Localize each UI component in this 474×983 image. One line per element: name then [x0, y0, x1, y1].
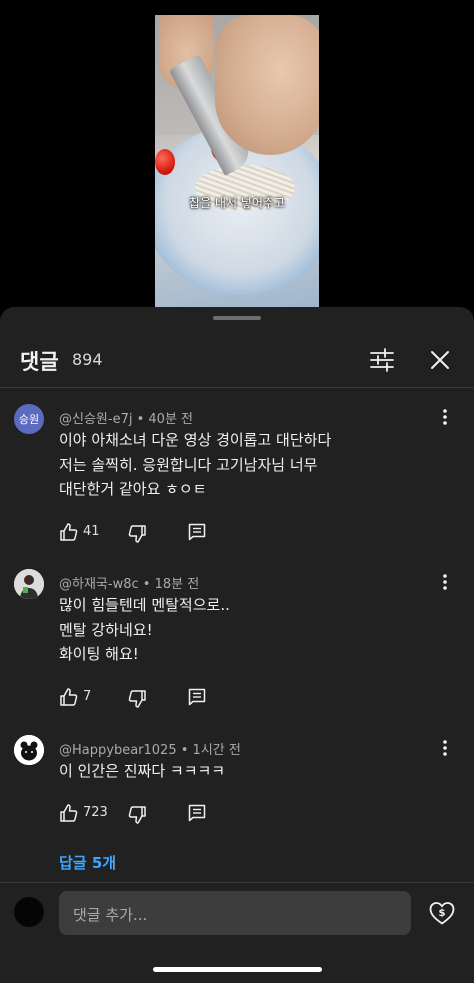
comment-author[interactable]: @하재국-w8c: [59, 577, 139, 592]
more-vertical-icon: [443, 740, 447, 756]
like-count: 723: [83, 805, 108, 820]
heart-dollar-icon: $: [429, 902, 455, 925]
like-button[interactable]: [59, 687, 79, 707]
thumbs-up-icon: [60, 523, 78, 541]
drag-handle[interactable]: [213, 316, 261, 320]
close-button[interactable]: [425, 345, 455, 375]
comment-text: 이 인간은 진짜다 ㅋㅋㅋㅋ: [59, 759, 225, 784]
thumbs-down-icon: [128, 806, 146, 824]
comment-meta: @Happybear1025 • 1시간 전: [59, 739, 241, 758]
video-player[interactable]: 찹을 내서 넣어주고: [0, 0, 474, 310]
meta-separator: •: [142, 577, 155, 592]
comment-line: 멘탈 강하네요!: [59, 620, 153, 639]
sheet-header: 댓글 894: [0, 335, 474, 385]
comment-line: 이 인간은 진짜다 ㅋㅋㅋㅋ: [59, 762, 226, 780]
comment-text: 이야 아채소녀 다운 영상 경이롭고 대단하다 저는 솔찍히. 응원합니다 고기…: [59, 428, 331, 502]
reply-comment-icon: [188, 804, 206, 822]
bear-avatar-icon: [14, 735, 44, 765]
video-tomato: [155, 149, 175, 175]
more-options-button[interactable]: [434, 571, 456, 593]
avatar[interactable]: [14, 735, 44, 765]
avatar[interactable]: [14, 569, 44, 599]
more-options-button[interactable]: [434, 406, 456, 428]
more-options-button[interactable]: [434, 737, 456, 759]
like-button[interactable]: [59, 522, 79, 542]
comment-line: 저는 솔찍히. 응원합니다 고기남자님 너무: [59, 455, 318, 474]
comment-text: 많이 힘들텐데 멘탈적으로.. 멘탈 강하네요! 화이팅 해요!: [59, 593, 230, 667]
home-indicator: [153, 967, 322, 972]
add-comment-input[interactable]: 댓글 추가...: [59, 891, 411, 935]
comment-author[interactable]: @신승원-e7j: [59, 412, 132, 427]
header-divider: [0, 387, 474, 388]
comment-actions: 41: [59, 522, 259, 546]
comments-sheet: 댓글 894 승원 @신승원-e7j • 40분 전 이야 아채소녀 다운 영상…: [0, 307, 474, 983]
dislike-button[interactable]: [127, 805, 147, 825]
comment-meta: @하재국-w8c • 18분 전: [59, 573, 199, 592]
sliders-icon: [370, 348, 394, 372]
comment-time: 1시간 전: [192, 743, 241, 758]
like-button[interactable]: [59, 803, 79, 823]
comment-actions: 7: [59, 687, 259, 711]
comment-count: 894: [72, 350, 103, 369]
sort-filter-button[interactable]: [367, 345, 397, 375]
comment-line: 화이팅 해요!: [59, 645, 139, 663]
input-divider: [0, 882, 474, 883]
super-thanks-button[interactable]: $: [428, 899, 456, 927]
video-hand: [215, 15, 319, 155]
reply-button[interactable]: [187, 687, 207, 707]
meta-separator: •: [180, 743, 193, 758]
comment-time: 18분 전: [154, 577, 200, 592]
comment-line: 이야 아채소녀 다운 영상 경이롭고 대단하다: [59, 431, 332, 449]
comment-line: 대단한거 같아요 ㅎㅇㅌ: [59, 480, 207, 498]
thumbs-up-icon: [60, 804, 78, 822]
comment-line: 많이 힘들텐데 멘탈적으로..: [59, 596, 230, 614]
video-frame[interactable]: 찹을 내서 넣어주고: [155, 15, 319, 307]
reply-button[interactable]: [187, 803, 207, 823]
svg-text:$: $: [439, 908, 446, 919]
close-icon: [431, 351, 449, 369]
reply-button[interactable]: [187, 522, 207, 542]
meta-separator: •: [136, 412, 149, 427]
more-vertical-icon: [443, 409, 447, 425]
view-replies-link[interactable]: 답글 5개: [59, 852, 116, 873]
thumbs-down-icon: [128, 525, 146, 543]
comment-meta: @신승원-e7j • 40분 전: [59, 408, 193, 427]
person-photo-icon: [14, 569, 44, 599]
thumbs-down-icon: [128, 690, 146, 708]
comment-author[interactable]: @Happybear1025: [59, 743, 177, 758]
dislike-button[interactable]: [127, 689, 147, 709]
avatar[interactable]: 승원: [14, 404, 44, 434]
comment-time: 40분 전: [148, 412, 194, 427]
avatar-initials: 승원: [18, 413, 40, 426]
thumbs-up-icon: [60, 688, 78, 706]
more-vertical-icon: [443, 574, 447, 590]
comment-actions: 723: [59, 803, 259, 827]
like-count: 41: [83, 524, 100, 539]
like-count: 7: [83, 689, 92, 704]
video-caption: 찹을 내서 넣어주고: [189, 196, 285, 210]
sheet-title: 댓글: [20, 350, 59, 374]
current-user-avatar: [14, 897, 44, 927]
reply-comment-icon: [188, 523, 206, 541]
dislike-button[interactable]: [127, 524, 147, 544]
reply-comment-icon: [188, 688, 206, 706]
